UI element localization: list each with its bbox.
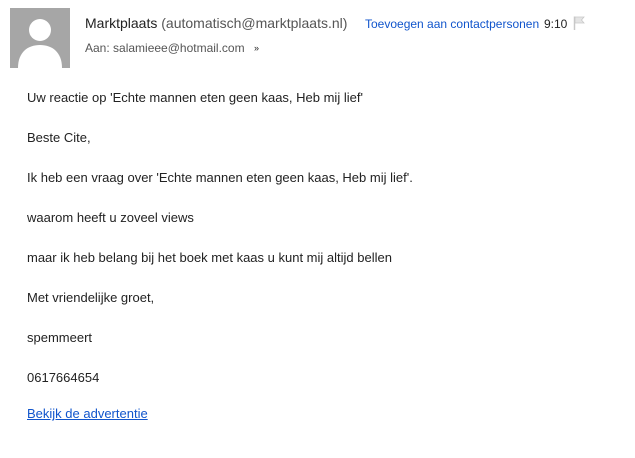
message-line-interest: maar ik heb belang bij het boek met kaas… [27,250,392,265]
message-greeting: Beste Cite, [27,130,91,145]
sender-email: (automatisch@marktplaats.nl) [161,15,348,31]
message-line-views: waarom heeft u zoveel views [27,210,194,225]
view-advertisement-link[interactable]: Bekijk de advertentie [27,406,148,421]
user-silhouette-icon [10,8,70,68]
message-question: Ik heb een vraag over 'Echte mannen eten… [27,170,413,185]
add-to-contacts-link[interactable]: Toevoegen aan contactpersonen [365,17,539,31]
double-chevron-down-icon[interactable]: » [254,43,259,53]
email-header: Marktplaats (automatisch@marktplaats.nl)… [0,0,635,72]
message-subject-line: Uw reactie op 'Echte mannen eten geen ka… [27,90,363,105]
sender-avatar[interactable] [10,8,70,68]
recipient-prefix: Aan: [85,41,110,55]
recipient-line: Aan: salamieee@hotmail.com » [85,41,259,55]
message-signature: spemmeert [27,330,93,345]
message-closing: Met vriendelijke groet, [27,290,155,305]
message-phone-number: 0617664654 [27,370,100,385]
flag-icon[interactable] [573,16,585,30]
sender-line: Marktplaats (automatisch@marktplaats.nl) [85,15,347,31]
received-time: 9:10 [544,17,568,31]
recipient-address: salamieee@hotmail.com [113,41,245,55]
sender-name[interactable]: Marktplaats [85,15,157,31]
